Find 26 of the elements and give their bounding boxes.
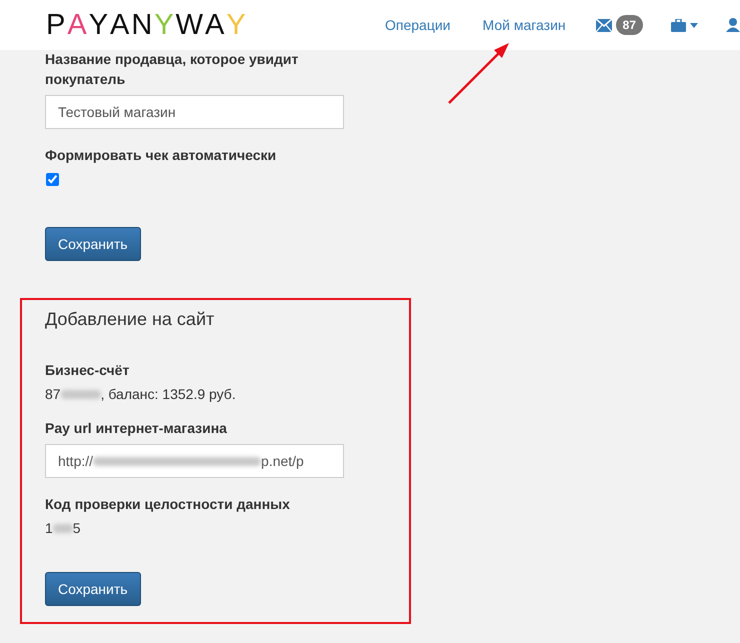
field-label: Формировать чек автоматически: [45, 146, 278, 165]
nav-link[interactable]: Операции: [369, 0, 467, 50]
nav-link[interactable]: Мой магазин: [466, 0, 582, 50]
user-icon: [726, 18, 740, 32]
seller-name-input[interactable]: Тестовый магазин: [45, 95, 344, 129]
code-value: 5: [72, 520, 81, 536]
save-button[interactable]: Сохранить: [45, 572, 141, 606]
annotation-arrow: [446, 40, 512, 106]
account-number: 87: [45, 386, 61, 402]
account-balance: , баланс: 1352.9 руб.: [100, 386, 236, 402]
pay-url-input[interactable]: http:// p.net/p: [45, 444, 344, 478]
section-title: Добавление на сайт: [45, 309, 216, 330]
code-value: 1: [45, 520, 53, 536]
field-label: Бизнес-счёт: [45, 361, 130, 380]
field-label: Pay url интернет-магазина: [45, 419, 228, 438]
logo: PAYANYWAY: [46, 8, 248, 42]
envelope-icon: [596, 18, 612, 32]
briefcase-icon: [671, 18, 686, 32]
field-label: Название продавца, которое увидит покупатель: [45, 50, 300, 89]
caret-icon: [690, 22, 698, 28]
receipt-checkbox[interactable]: [46, 173, 59, 186]
redaction-blur: [60, 390, 101, 398]
field-label: Код проверки целостности данных: [45, 495, 291, 514]
messages-button[interactable]: 87: [582, 15, 657, 35]
redaction-blur: [52, 524, 73, 532]
save-button[interactable]: Сохранить: [45, 227, 141, 261]
